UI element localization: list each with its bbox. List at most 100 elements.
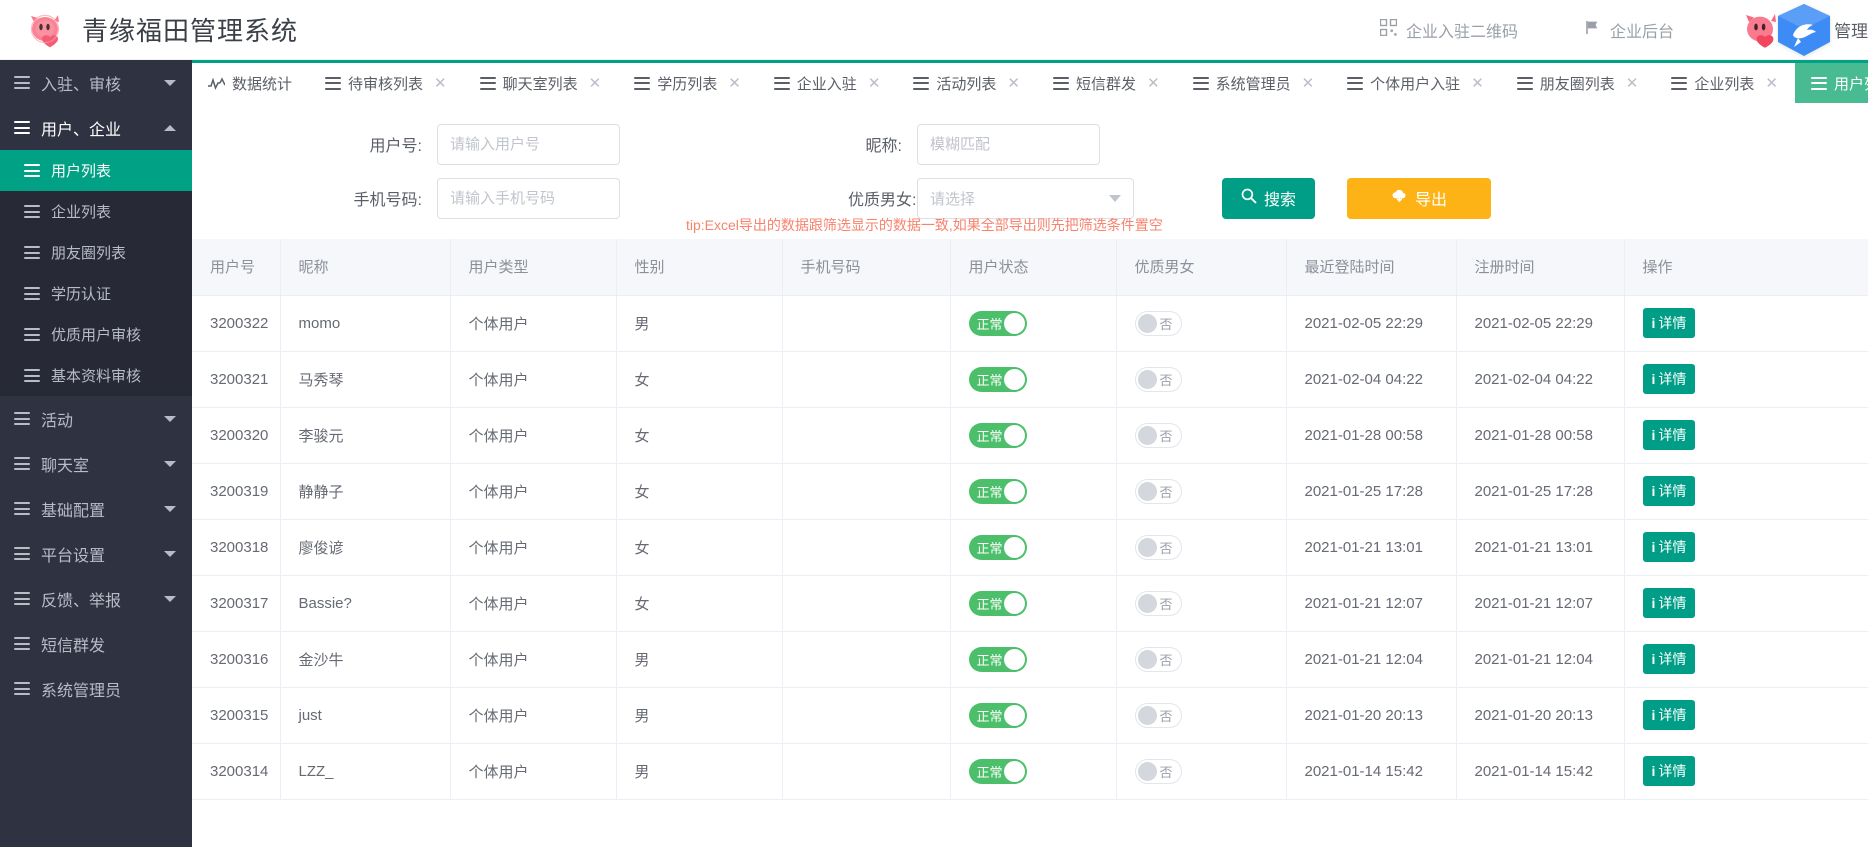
sidebar-item-user-list[interactable]: 用户列表 <box>0 150 192 191</box>
phone-input[interactable] <box>437 177 620 219</box>
header-link-enterprise-backend-label: 企业后台 <box>1609 23 1674 41</box>
tab-sms-broadcast[interactable]: 短信群发 ✕ <box>1036 63 1177 103</box>
table-row[interactable]: 3200317 Bassie? 个体用户 女 正常 否 2021-01-21 1… <box>192 575 1868 632</box>
detail-button[interactable]: i 详情 <box>1642 476 1696 506</box>
tab-close-icon[interactable]: ✕ <box>1626 76 1639 91</box>
tab-activity-list[interactable]: 活动列表 ✕ <box>897 63 1037 103</box>
tab-enterprise-list[interactable]: 企业列表 ✕ <box>1655 63 1795 103</box>
tab-close-icon[interactable]: ✕ <box>589 76 602 91</box>
detail-button[interactable]: i 详情 <box>1642 364 1696 394</box>
table-row[interactable]: 3200321 马秀琴 个体用户 女 正常 否 2021-02-04 04:22… <box>192 351 1868 408</box>
sidebar-item-user-enterprise[interactable]: 用户、企业 <box>0 105 192 150</box>
tab-chatroom-list[interactable]: 聊天室列表 ✕ <box>463 63 619 103</box>
quality-toggle[interactable]: 否 <box>1134 646 1182 672</box>
tab-enterprise-entry[interactable]: 企业入驻 ✕ <box>757 63 898 103</box>
header-link-enterprise-backend[interactable]: 企业后台 <box>1584 18 1674 42</box>
status-toggle[interactable]: 正常 <box>968 310 1027 336</box>
sidebar-subitem-label: 朋友圈列表 <box>51 245 127 262</box>
quality-toggle[interactable]: 否 <box>1134 478 1182 504</box>
sidebar-item-chatroom[interactable]: 聊天室 <box>0 441 192 486</box>
tab-education-list[interactable]: 学历列表 ✕ <box>618 63 758 103</box>
sidebar-item-quality-user-review[interactable]: 优质用户审核 <box>0 314 192 355</box>
tab-close-icon[interactable]: ✕ <box>1007 76 1020 91</box>
quality-toggle[interactable]: 否 <box>1134 590 1182 616</box>
tab-individual-user-entry[interactable]: 个体用户入驻 ✕ <box>1331 63 1501 103</box>
status-toggle[interactable]: 正常 <box>968 702 1027 728</box>
th-phone: 手机号码 <box>782 239 951 296</box>
sidebar-item-basic-info-review[interactable]: 基本资料审核 <box>0 355 192 396</box>
detail-button-label: 详情 <box>1658 483 1687 499</box>
detail-button[interactable]: i 详情 <box>1642 588 1696 618</box>
tab-close-icon[interactable]: ✕ <box>728 76 741 91</box>
info-icon: i <box>1651 651 1656 667</box>
status-toggle[interactable]: 正常 <box>968 534 1027 560</box>
user-no-input[interactable] <box>437 123 620 165</box>
header-link-qrcode[interactable]: 企业入驻二维码 <box>1379 18 1518 42</box>
tab-pending-review-list[interactable]: 待审核列表 ✕ <box>309 63 464 103</box>
table-row[interactable]: 3200316 金沙牛 个体用户 男 正常 否 2021-01-21 12:04… <box>192 631 1868 688</box>
chevron-down-icon <box>1109 195 1121 202</box>
tab-close-icon[interactable]: ✕ <box>1471 76 1484 91</box>
table-row[interactable]: 3200318 廖俊谚 个体用户 女 正常 否 2021-01-21 13:01… <box>192 519 1868 576</box>
status-toggle[interactable]: 正常 <box>968 758 1027 784</box>
cell-last-login: 2021-02-04 04:22 <box>1286 351 1457 408</box>
sidebar-item-activity[interactable]: 活动 <box>0 396 192 441</box>
tab-user-list[interactable]: 用户列表 ✕ <box>1794 63 1868 103</box>
cell-quality-gender: 否 <box>1116 295 1287 352</box>
sidebar-item-entry-review[interactable]: 入驻、审核 <box>0 60 192 105</box>
tab-close-icon[interactable]: ✕ <box>1147 76 1160 91</box>
tab-system-admin[interactable]: 系统管理员 ✕ <box>1176 63 1332 103</box>
status-toggle-label: 正常 <box>976 540 1003 556</box>
sidebar-item-enterprise-list[interactable]: 企业列表 <box>0 191 192 232</box>
list-icon <box>24 369 40 382</box>
export-button[interactable]: 导出 <box>1347 177 1491 219</box>
tab-close-icon[interactable]: ✕ <box>868 76 881 91</box>
sidebar-item-basic-config[interactable]: 基础配置 <box>0 486 192 531</box>
tab-moments-list[interactable]: 朋友圈列表 ✕ <box>1500 63 1656 103</box>
quality-toggle-label: 否 <box>1159 316 1173 332</box>
quality-toggle[interactable]: 否 <box>1134 366 1182 392</box>
list-icon <box>773 76 790 90</box>
quality-toggle[interactable]: 否 <box>1134 422 1182 448</box>
detail-button[interactable]: i 详情 <box>1642 700 1696 730</box>
tab-data-statistics[interactable]: 数据统计 <box>192 63 310 103</box>
table-row[interactable]: 3200319 静静子 个体用户 女 正常 否 2021-01-25 17:28… <box>192 463 1868 520</box>
detail-button[interactable]: i 详情 <box>1642 644 1696 674</box>
nickname-input[interactable] <box>917 123 1100 165</box>
table-row[interactable]: 3200322 momo 个体用户 男 正常 否 2021-02-05 22:2… <box>192 295 1868 352</box>
detail-button[interactable]: i 详情 <box>1642 420 1696 450</box>
table-row[interactable]: 3200320 李骏元 个体用户 女 正常 否 2021-01-28 00:58… <box>192 407 1868 464</box>
table-row[interactable]: 3200315 just 个体用户 男 正常 否 2021-01-20 20:1… <box>192 687 1868 744</box>
quality-toggle[interactable]: 否 <box>1134 758 1182 784</box>
toggle-knob <box>1137 593 1157 613</box>
status-toggle[interactable]: 正常 <box>968 366 1027 392</box>
sidebar-item-education-verify[interactable]: 学历认证 <box>0 273 192 314</box>
search-button[interactable]: 搜索 <box>1222 177 1315 219</box>
status-toggle[interactable]: 正常 <box>968 646 1027 672</box>
detail-button[interactable]: i 详情 <box>1642 532 1696 562</box>
cell-user-type: 个体用户 <box>450 743 617 800</box>
detail-button-label: 详情 <box>1658 427 1687 443</box>
quality-toggle[interactable]: 否 <box>1134 310 1182 336</box>
toggle-knob <box>1137 649 1157 669</box>
quality-toggle[interactable]: 否 <box>1134 534 1182 560</box>
tab-close-icon[interactable]: ✕ <box>1765 76 1778 91</box>
sidebar-item-moments-list[interactable]: 朋友圈列表 <box>0 232 192 273</box>
table-row[interactable]: 3200314 LZZ_ 个体用户 男 正常 否 2021-01-14 15:4… <box>192 743 1868 800</box>
cell-user-status: 正常 <box>950 463 1117 520</box>
avatar-group[interactable]: 管理员 <box>1740 2 1868 58</box>
detail-button[interactable]: i 详情 <box>1642 756 1696 786</box>
status-toggle[interactable]: 正常 <box>968 590 1027 616</box>
sidebar-item-platform-settings[interactable]: 平台设置 <box>0 531 192 576</box>
sidebar-item-feedback-report[interactable]: 反馈、举报 <box>0 576 192 621</box>
cell-operation: i 详情 <box>1624 519 1868 576</box>
tab-close-icon[interactable]: ✕ <box>434 76 447 91</box>
status-toggle[interactable]: 正常 <box>968 478 1027 504</box>
quality-gender-select[interactable]: 请选择 <box>917 177 1134 219</box>
sidebar-item-sms-broadcast[interactable]: 短信群发 <box>0 621 192 666</box>
status-toggle[interactable]: 正常 <box>968 422 1027 448</box>
tab-close-icon[interactable]: ✕ <box>1302 76 1315 91</box>
quality-toggle[interactable]: 否 <box>1134 702 1182 728</box>
detail-button[interactable]: i 详情 <box>1642 308 1696 338</box>
sidebar-item-system-admin[interactable]: 系统管理员 <box>0 666 192 711</box>
